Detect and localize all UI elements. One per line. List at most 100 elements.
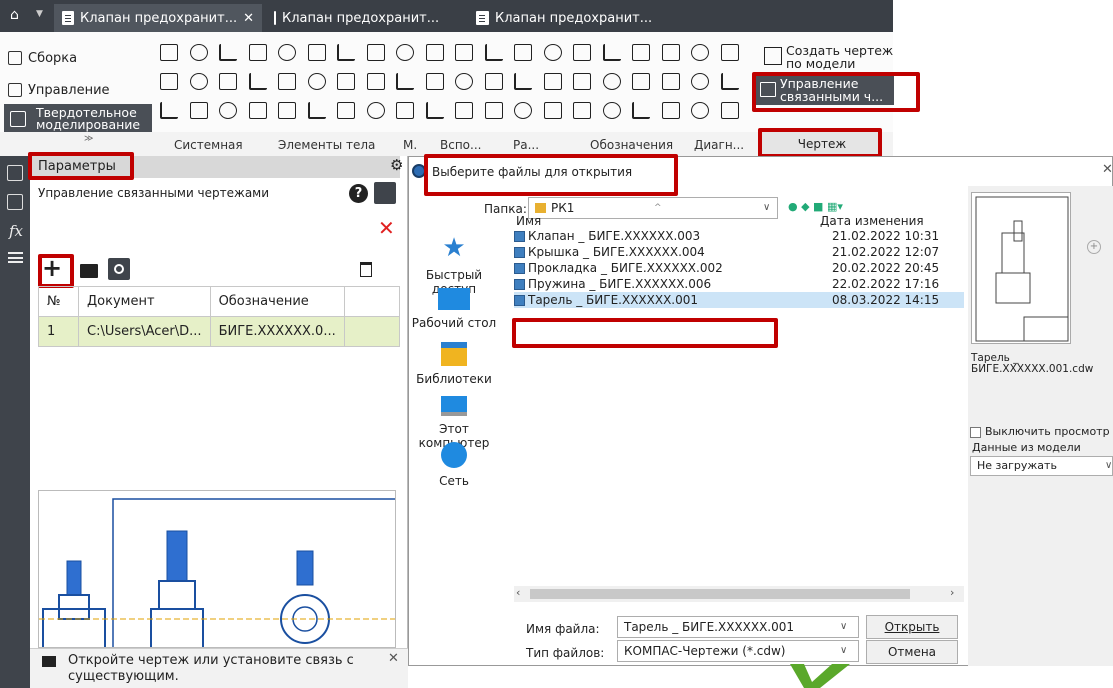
tab-document-1[interactable]: Клапан предохранит... ✕ — [54, 4, 262, 32]
ribbon-tool-icon[interactable] — [189, 44, 208, 61]
col-date-header[interactable]: Дата изменения — [820, 214, 924, 228]
ribbon-tool-icon[interactable] — [720, 44, 739, 61]
mode-solid-modeling[interactable]: Твердотельное моделирование — [4, 104, 152, 134]
ribbon-tool-icon[interactable] — [189, 102, 208, 119]
mode-management[interactable]: Управление — [8, 78, 110, 102]
mode-assembly[interactable]: Сборка — [8, 46, 77, 70]
ribbon-tool-icon[interactable] — [632, 44, 650, 61]
group-m[interactable]: М. — [403, 138, 417, 152]
folder-select[interactable]: РК1 ∨ — [528, 197, 778, 219]
ribbon-tool-icon[interactable] — [573, 44, 591, 61]
ribbon-tool-icon[interactable] — [307, 44, 326, 61]
table-row[interactable]: 1 C:\Users\Acer\D... БИГЕ.XXXXXX.0... — [38, 316, 401, 347]
ribbon-expand-chevron-icon[interactable]: ≫ — [84, 134, 93, 144]
folder-icon[interactable] — [80, 264, 98, 278]
ribbon-tool-icon[interactable] — [425, 102, 444, 119]
tab-close-icon[interactable]: ✕ — [243, 11, 254, 26]
list-item-selected[interactable]: Тарель _ БИГЕ.XXXXXX.001 08.03.2022 14:15 — [514, 292, 964, 308]
open-button[interactable]: Открыть — [866, 615, 958, 639]
group-designations[interactable]: Обозначения — [590, 138, 673, 152]
ribbon-tool-icon[interactable] — [219, 102, 237, 119]
ribbon-tool-icon[interactable] — [396, 102, 414, 119]
list-item[interactable]: Крышка _ БИГЕ.XXXXXX.004 21.02.2022 12:07 — [514, 244, 964, 260]
list-item[interactable]: Клапан _ БИГЕ.XXXXXX.003 21.02.2022 10:31 — [514, 228, 964, 244]
group-system[interactable]: Системная — [174, 138, 243, 152]
place-libraries[interactable]: Библиотеки — [410, 342, 498, 386]
tab-document-2[interactable]: Клапан предохранит... — [266, 4, 438, 32]
ribbon-tool-icon[interactable] — [661, 44, 680, 61]
place-quick-access[interactable]: ★ Быстрый доступ — [410, 234, 498, 296]
ribbon-tool-icon[interactable] — [366, 44, 385, 61]
ribbon-tool-icon[interactable] — [278, 73, 296, 90]
ribbon-tool-icon[interactable] — [543, 102, 562, 119]
ribbon-tool-icon[interactable] — [337, 102, 355, 119]
help-icon[interactable]: ? — [349, 184, 368, 203]
ribbon-tool-icon[interactable] — [337, 73, 355, 90]
ribbon-tool-icon[interactable] — [514, 44, 532, 61]
ribbon-tool-icon[interactable] — [602, 73, 621, 90]
ribbon-tool-icon[interactable] — [278, 102, 296, 119]
ribbon-tool-icon[interactable] — [691, 102, 709, 119]
horizontal-scrollbar[interactable]: ‹ › — [514, 586, 964, 602]
preview-checkbox[interactable] — [970, 427, 981, 438]
ribbon-tool-icon[interactable] — [484, 44, 503, 61]
ribbon-tool-icon[interactable] — [160, 102, 178, 119]
delete-trash-icon[interactable] — [360, 262, 372, 277]
ribbon-tool-icon[interactable] — [248, 44, 267, 61]
ribbon-tool-icon[interactable] — [189, 73, 208, 90]
function-icon[interactable]: fx — [9, 222, 23, 240]
ribbon-tool-icon[interactable] — [543, 73, 562, 90]
ribbon-tool-icon[interactable] — [602, 102, 621, 119]
ribbon-tool-icon[interactable] — [396, 44, 414, 61]
ribbon-tool-icon[interactable] — [455, 73, 473, 90]
ribbon-tool-icon[interactable] — [720, 73, 739, 90]
place-network[interactable]: Сеть — [410, 442, 498, 488]
ribbon-tool-icon[interactable] — [514, 102, 532, 119]
ribbon-tool-icon[interactable] — [514, 73, 532, 90]
ribbon-tool-icon[interactable] — [691, 44, 709, 61]
home-icon[interactable]: ⌂ — [10, 8, 24, 22]
ribbon-tool-icon[interactable] — [602, 44, 621, 61]
ribbon-tool-icon[interactable] — [720, 102, 739, 119]
ribbon-tool-icon[interactable] — [307, 73, 326, 90]
filename-input[interactable]: Тарель _ БИГЕ.XXXXXX.001 ∨ — [617, 616, 859, 638]
ribbon-tool-icon[interactable] — [160, 73, 178, 90]
ribbon-tool-icon[interactable] — [219, 44, 237, 61]
group-diagnostics[interactable]: Диагн... — [694, 138, 744, 152]
ribbon-tool-icon[interactable] — [632, 102, 650, 119]
col-name-header[interactable]: Имя — [516, 214, 541, 228]
dialog-close-icon[interactable]: ✕ — [1102, 162, 1113, 177]
ribbon-tool-icon[interactable] — [484, 102, 503, 119]
ribbon-tool-icon[interactable] — [248, 102, 267, 119]
place-desktop[interactable]: Рабочий стол — [410, 288, 498, 330]
tree-view-icon[interactable] — [374, 182, 396, 204]
list-item[interactable]: Прокладка _ БИГЕ.XXXXXX.002 20.02.2022 20… — [514, 260, 964, 276]
ribbon-tool-icon[interactable] — [278, 44, 296, 61]
ribbon-tool-icon[interactable] — [425, 44, 444, 61]
tab-menu-chevron-icon[interactable]: ▼ — [36, 9, 43, 19]
ribbon-tool-icon[interactable] — [632, 73, 650, 90]
tab-document-3[interactable]: Клапан предохранит... — [468, 4, 668, 32]
tree-icon[interactable] — [7, 165, 23, 181]
ribbon-tool-icon[interactable] — [366, 73, 385, 90]
folder-nav-icons[interactable]: ● ◆ ■ ▦▾ — [788, 200, 848, 214]
ribbon-tool-icon[interactable] — [160, 44, 178, 61]
settings-gear-icon[interactable]: ⚙ — [390, 156, 403, 174]
zoom-plus-icon[interactable]: + — [1087, 240, 1101, 254]
ribbon-tool-icon[interactable] — [691, 73, 709, 90]
scroll-thumb[interactable] — [530, 589, 910, 599]
group-auxiliary[interactable]: Вспо... — [440, 138, 481, 152]
ribbon-tool-icon[interactable] — [484, 73, 503, 90]
close-panel-icon[interactable]: ✕ — [378, 216, 395, 240]
scroll-right-icon[interactable]: › — [950, 586, 954, 599]
ribbon-tool-icon[interactable] — [337, 44, 355, 61]
group-ra[interactable]: Ра... — [513, 138, 539, 152]
ribbon-tool-icon[interactable] — [455, 102, 473, 119]
cancel-button[interactable]: Отмена — [866, 640, 958, 664]
ribbon-tool-icon[interactable] — [307, 102, 326, 119]
ribbon-tool-icon[interactable] — [248, 73, 267, 90]
ribbon-tool-icon[interactable] — [661, 73, 680, 90]
ribbon-tool-icon[interactable] — [543, 44, 562, 61]
ribbon-tool-icon[interactable] — [573, 73, 591, 90]
list-item[interactable]: Пружина _ БИГЕ.XXXXXX.006 22.02.2022 17:1… — [514, 276, 964, 292]
